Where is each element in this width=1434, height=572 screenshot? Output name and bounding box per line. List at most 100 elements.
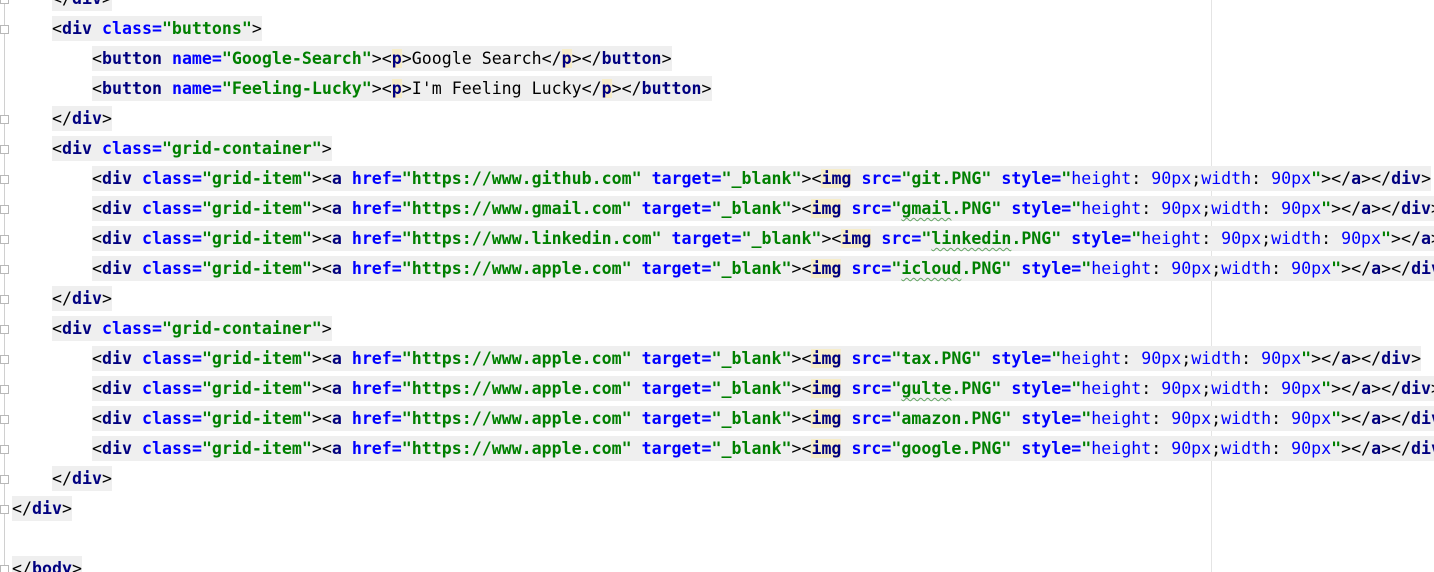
code-token: div bbox=[1381, 349, 1412, 368]
code-line-content: <div class="grid-container"> bbox=[52, 316, 332, 341]
code-token: = bbox=[191, 229, 202, 248]
code-token: width bbox=[1211, 379, 1262, 398]
code-token: a bbox=[331, 379, 342, 398]
code-token: a bbox=[331, 259, 342, 278]
code-line[interactable]: <div class="grid-item"><a href="https://… bbox=[92, 224, 1434, 254]
code-editor[interactable]: </div><div class="buttons"><button name=… bbox=[0, 0, 1434, 572]
code-token: "buttons" bbox=[161, 19, 252, 38]
fold-marker-icon[interactable] bbox=[0, 145, 9, 154]
code-token: > bbox=[1411, 349, 1422, 368]
code-token: = bbox=[191, 409, 202, 428]
code-line[interactable]: <div class="grid-item"><a href="https://… bbox=[92, 254, 1434, 284]
code-token: = bbox=[701, 259, 712, 278]
code-token: style bbox=[991, 349, 1042, 368]
code-token: >< bbox=[791, 199, 812, 218]
code-token: img bbox=[811, 439, 842, 458]
code-token: linkedin bbox=[931, 229, 1012, 248]
code-token: style bbox=[1001, 169, 1052, 188]
code-token: >< bbox=[791, 259, 812, 278]
fold-marker-icon[interactable] bbox=[0, 325, 9, 334]
fold-marker-icon[interactable] bbox=[0, 205, 9, 214]
code-token: : bbox=[1121, 349, 1142, 368]
code-token: " bbox=[1071, 199, 1082, 218]
code-token: icloud bbox=[901, 259, 962, 278]
code-token: .PNG" bbox=[1011, 229, 1062, 248]
code-token: = bbox=[1071, 259, 1082, 278]
code-token: " bbox=[1331, 409, 1342, 428]
code-line[interactable]: <div class="grid-container"> bbox=[52, 134, 332, 164]
code-line[interactable]: <div class="grid-item"><a href="https://… bbox=[92, 164, 1432, 194]
code-line[interactable]: <div class="buttons"> bbox=[52, 14, 262, 44]
code-token: 90px bbox=[1291, 439, 1332, 458]
code-line-content: <div class="grid-item"><a href="https://… bbox=[92, 406, 1434, 431]
code-line[interactable]: <button name="Feeling-Lucky"><p>I'm Feel… bbox=[92, 74, 712, 104]
code-line-content: <button name="Feeling-Lucky"><p>I'm Feel… bbox=[92, 76, 712, 101]
code-token: = bbox=[1061, 379, 1072, 398]
fold-marker-icon[interactable] bbox=[0, 295, 9, 304]
code-token: 90px bbox=[1161, 199, 1202, 218]
code-token: </ bbox=[52, 469, 72, 488]
code-line[interactable]: </div> bbox=[52, 284, 112, 314]
code-line[interactable]: </div> bbox=[52, 104, 112, 134]
fold-marker-icon[interactable] bbox=[0, 175, 9, 184]
code-line[interactable]: <div class="grid-item"><a href="https://… bbox=[92, 374, 1434, 404]
code-token: class bbox=[141, 439, 192, 458]
code-line[interactable]: <button name="Google-Search"><p>Google S… bbox=[92, 44, 672, 74]
code-line[interactable]: </body> bbox=[12, 554, 82, 572]
code-token: href bbox=[351, 379, 392, 398]
code-line[interactable]: <div class="grid-item"><a href="https://… bbox=[92, 434, 1434, 464]
code-line[interactable]: </div> bbox=[52, 0, 112, 14]
fold-marker-icon[interactable] bbox=[0, 475, 9, 484]
code-token: .PNG" bbox=[951, 379, 1002, 398]
code-token: >< bbox=[311, 199, 332, 218]
code-token: div bbox=[1411, 409, 1434, 428]
code-line[interactable]: <div class="grid-item"><a href="https://… bbox=[92, 404, 1434, 434]
fold-marker-icon[interactable] bbox=[0, 235, 9, 244]
code-line[interactable]: </div> bbox=[52, 464, 112, 494]
code-token: < bbox=[92, 349, 102, 368]
code-token: 90px bbox=[1171, 409, 1212, 428]
fold-marker-icon[interactable] bbox=[0, 115, 9, 124]
code-line[interactable]: <div class="grid-item"><a href="https://… bbox=[92, 194, 1434, 224]
code-line[interactable]: <div class="grid-item"><a href="https://… bbox=[92, 344, 1422, 374]
code-token: "grid-item" bbox=[201, 379, 312, 398]
code-token: body bbox=[31, 559, 72, 572]
code-token: : bbox=[1151, 409, 1172, 428]
fold-marker-icon[interactable] bbox=[0, 355, 9, 364]
fold-marker-icon[interactable] bbox=[0, 0, 9, 4]
fold-marker-icon[interactable] bbox=[0, 565, 9, 572]
code-token: < bbox=[92, 49, 102, 68]
code-line[interactable]: <div class="grid-container"> bbox=[52, 314, 332, 344]
fold-marker-icon[interactable] bbox=[0, 265, 9, 274]
code-token: < bbox=[92, 259, 102, 278]
code-token: "https://www.apple.com" bbox=[401, 379, 632, 398]
code-line[interactable]: </div> bbox=[12, 494, 72, 524]
code-line-content: </div> bbox=[52, 106, 112, 131]
fold-marker-icon[interactable] bbox=[0, 25, 9, 34]
fold-marker-icon[interactable] bbox=[0, 505, 9, 514]
code-token: ></ bbox=[1341, 439, 1372, 458]
code-token: gmail bbox=[901, 199, 952, 218]
code-token: ></ bbox=[1391, 229, 1422, 248]
code-token: >< bbox=[311, 439, 332, 458]
code-token: div bbox=[102, 439, 132, 458]
fold-marker-icon[interactable] bbox=[0, 385, 9, 394]
code-token: " bbox=[1081, 409, 1092, 428]
code-token: href bbox=[351, 259, 392, 278]
code-token: src bbox=[851, 349, 882, 368]
fold-marker-icon[interactable] bbox=[0, 445, 9, 454]
code-token: "Feeling-Lucky" bbox=[221, 79, 372, 98]
fold-marker-icon[interactable] bbox=[0, 415, 9, 424]
code-token: "tax.PNG" bbox=[891, 349, 982, 368]
code-token: ></ bbox=[1381, 439, 1412, 458]
code-token: < bbox=[92, 409, 102, 428]
